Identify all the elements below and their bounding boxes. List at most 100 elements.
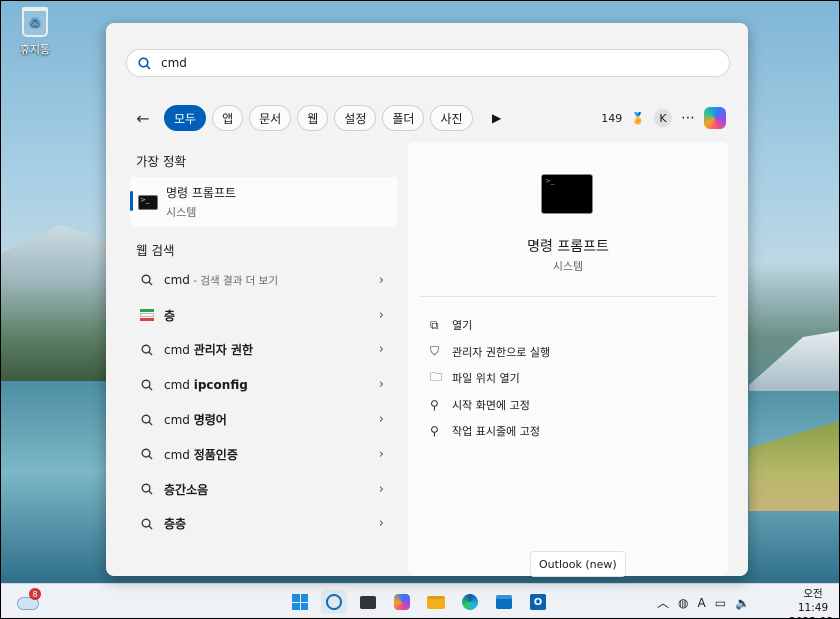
web-result-item[interactable]: 층 › — [130, 298, 398, 333]
command-prompt-icon: >_ — [138, 194, 158, 210]
outlook-tooltip: Outlook (new) — [530, 551, 626, 577]
web-result-bold: 층층 — [164, 517, 187, 532]
chevron-up-icon[interactable]: ︿ — [657, 594, 669, 611]
action-open-file-location[interactable]: 🗀 파일 위치 열기 — [430, 365, 550, 392]
recycle-bin-icon: ♻ — [22, 7, 48, 37]
web-result-prefix: cmd — [164, 377, 194, 392]
search-toolbar-right: 149 🏅 K ⋯ — [601, 105, 726, 131]
taskbar-search-button[interactable] — [321, 590, 347, 614]
best-match-heading: 가장 정확 — [136, 154, 186, 169]
taskbar-outlook[interactable]: O — [525, 590, 551, 614]
filter-web[interactable]: 웹 — [297, 105, 329, 131]
taskbar: 8 O ︿ ◍ A ▭ 🔈 오전 11:49 2025-03-05 — [1, 583, 839, 618]
taskbar-file-explorer[interactable] — [423, 590, 449, 614]
action-open[interactable]: ⧉ 열기 — [430, 312, 550, 339]
rewards-icon[interactable]: 🏅 — [631, 112, 645, 125]
terminal-icon — [360, 595, 376, 609]
clock-time: 오전 11:49 — [797, 588, 829, 614]
search-icon — [130, 518, 164, 530]
web-result-prefix: cmd — [164, 343, 194, 358]
detail-pane: >_ 명령 프롬프트 시스템 ⧉ 열기 ⛉ 관리자 권한으로 실행 🗀 파일 위… — [408, 142, 728, 577]
best-match-result[interactable]: >_ 명령 프롬프트 시스템 — [130, 177, 398, 227]
action-label: 작업 표시줄에 고정 — [452, 425, 540, 439]
search-box[interactable] — [126, 49, 730, 77]
clock[interactable]: 오전 11:49 2025-03-05 — [787, 587, 839, 618]
windows-logo-icon — [292, 594, 308, 610]
volume-icon[interactable]: 🔈 — [735, 596, 750, 610]
web-search-heading: 웹 검색 — [136, 243, 175, 258]
store-icon — [496, 595, 512, 609]
account-avatar[interactable]: K — [654, 109, 672, 127]
web-result-prefix: cmd — [164, 447, 194, 462]
web-result-item[interactable]: cmd ipconfig › — [130, 367, 398, 402]
action-label: 파일 위치 열기 — [452, 372, 520, 386]
stairs-icon — [130, 309, 164, 322]
system-tray: ︿ ◍ A ▭ 🔈 — [657, 594, 750, 611]
web-result-item[interactable]: cmd 정품인증 › — [130, 437, 398, 472]
action-pin-to-taskbar[interactable]: ⚲ 작업 표시줄에 고정 — [430, 418, 550, 445]
web-result-prefix: cmd — [164, 413, 194, 428]
taskbar-copilot[interactable] — [389, 590, 415, 614]
back-arrow-icon[interactable]: ← — [132, 109, 154, 128]
chevron-right-icon: › — [378, 307, 384, 323]
copilot-icon[interactable] — [704, 107, 726, 129]
recycle-bin-shortcut[interactable]: ♻ 휴지통 — [15, 7, 55, 57]
open-external-icon: ⧉ — [430, 317, 439, 332]
web-result-item[interactable]: 층층 › — [130, 507, 398, 542]
filter-apps[interactable]: 앱 — [212, 105, 244, 131]
chevron-right-icon: › — [378, 446, 384, 462]
chevron-right-icon: › — [378, 412, 384, 428]
notification-badge: 8 — [29, 588, 41, 600]
action-pin-to-start[interactable]: ⚲ 시작 화면에 고정 — [430, 392, 550, 419]
web-result-item[interactable]: 층간소음 › — [130, 472, 398, 507]
pin-icon: ⚲ — [430, 424, 439, 439]
input-language[interactable]: A — [698, 596, 706, 610]
action-run-as-admin[interactable]: ⛉ 관리자 권한으로 실행 — [430, 339, 550, 366]
web-result-bold: 층 — [164, 308, 176, 323]
search-icon — [130, 344, 164, 356]
filter-photos[interactable]: 사진 — [430, 105, 473, 131]
web-result-item[interactable]: cmd 명령어 › — [130, 402, 398, 437]
search-icon — [326, 594, 342, 610]
more-filters-play-icon[interactable]: ▶ — [487, 111, 507, 125]
filter-documents[interactable]: 문서 — [249, 105, 292, 131]
battery-icon[interactable]: ▭ — [715, 596, 726, 610]
command-prompt-icon: >_ — [541, 174, 593, 214]
network-icon[interactable]: ◍ — [678, 596, 688, 610]
web-result-prefix: cmd — [164, 272, 190, 287]
search-icon — [130, 379, 164, 391]
folder-icon — [427, 595, 445, 609]
filter-folders[interactable]: 폴더 — [382, 105, 425, 131]
web-result-bold: 명령어 — [193, 413, 227, 428]
web-result-bold: ipconfig — [193, 377, 248, 392]
web-results-list: cmd - 검색 결과 더 보기 › 층 › cmd 관리자 권한 › cmd … — [130, 263, 398, 541]
chevron-right-icon: › — [378, 516, 384, 532]
search-icon — [130, 483, 164, 495]
rewards-points[interactable]: 149 — [601, 112, 622, 125]
filter-all[interactable]: 모두 — [164, 105, 207, 131]
search-input[interactable] — [161, 56, 701, 70]
outlook-icon: O — [530, 594, 546, 610]
edge-icon — [462, 594, 478, 610]
web-result-item[interactable]: cmd - 검색 결과 더 보기 › — [130, 263, 398, 298]
selection-indicator — [130, 191, 133, 211]
taskbar-store[interactable] — [491, 590, 517, 614]
chevron-right-icon: › — [378, 342, 384, 358]
web-result-bold: 층간소음 — [164, 482, 209, 497]
web-result-bold: 관리자 권한 — [193, 343, 254, 358]
best-match-subtitle: 시스템 — [166, 206, 197, 219]
shield-admin-icon: ⛉ — [430, 344, 440, 359]
chevron-right-icon: › — [378, 272, 384, 288]
start-button[interactable] — [287, 590, 313, 614]
web-result-sub: - 검색 결과 더 보기 — [189, 274, 279, 287]
taskbar-edge[interactable] — [457, 590, 483, 614]
web-result-item[interactable]: cmd 관리자 권한 › — [130, 333, 398, 368]
taskbar-apps: O — [287, 590, 551, 614]
web-result-bold: 정품인증 — [193, 447, 238, 462]
search-icon — [127, 56, 161, 70]
filter-settings[interactable]: 설정 — [334, 105, 377, 131]
weather-widget[interactable]: 8 — [17, 588, 41, 610]
taskbar-terminal[interactable] — [355, 590, 381, 614]
folder-open-icon: 🗀 — [430, 369, 443, 384]
more-options-icon[interactable]: ⋯ — [681, 110, 695, 126]
